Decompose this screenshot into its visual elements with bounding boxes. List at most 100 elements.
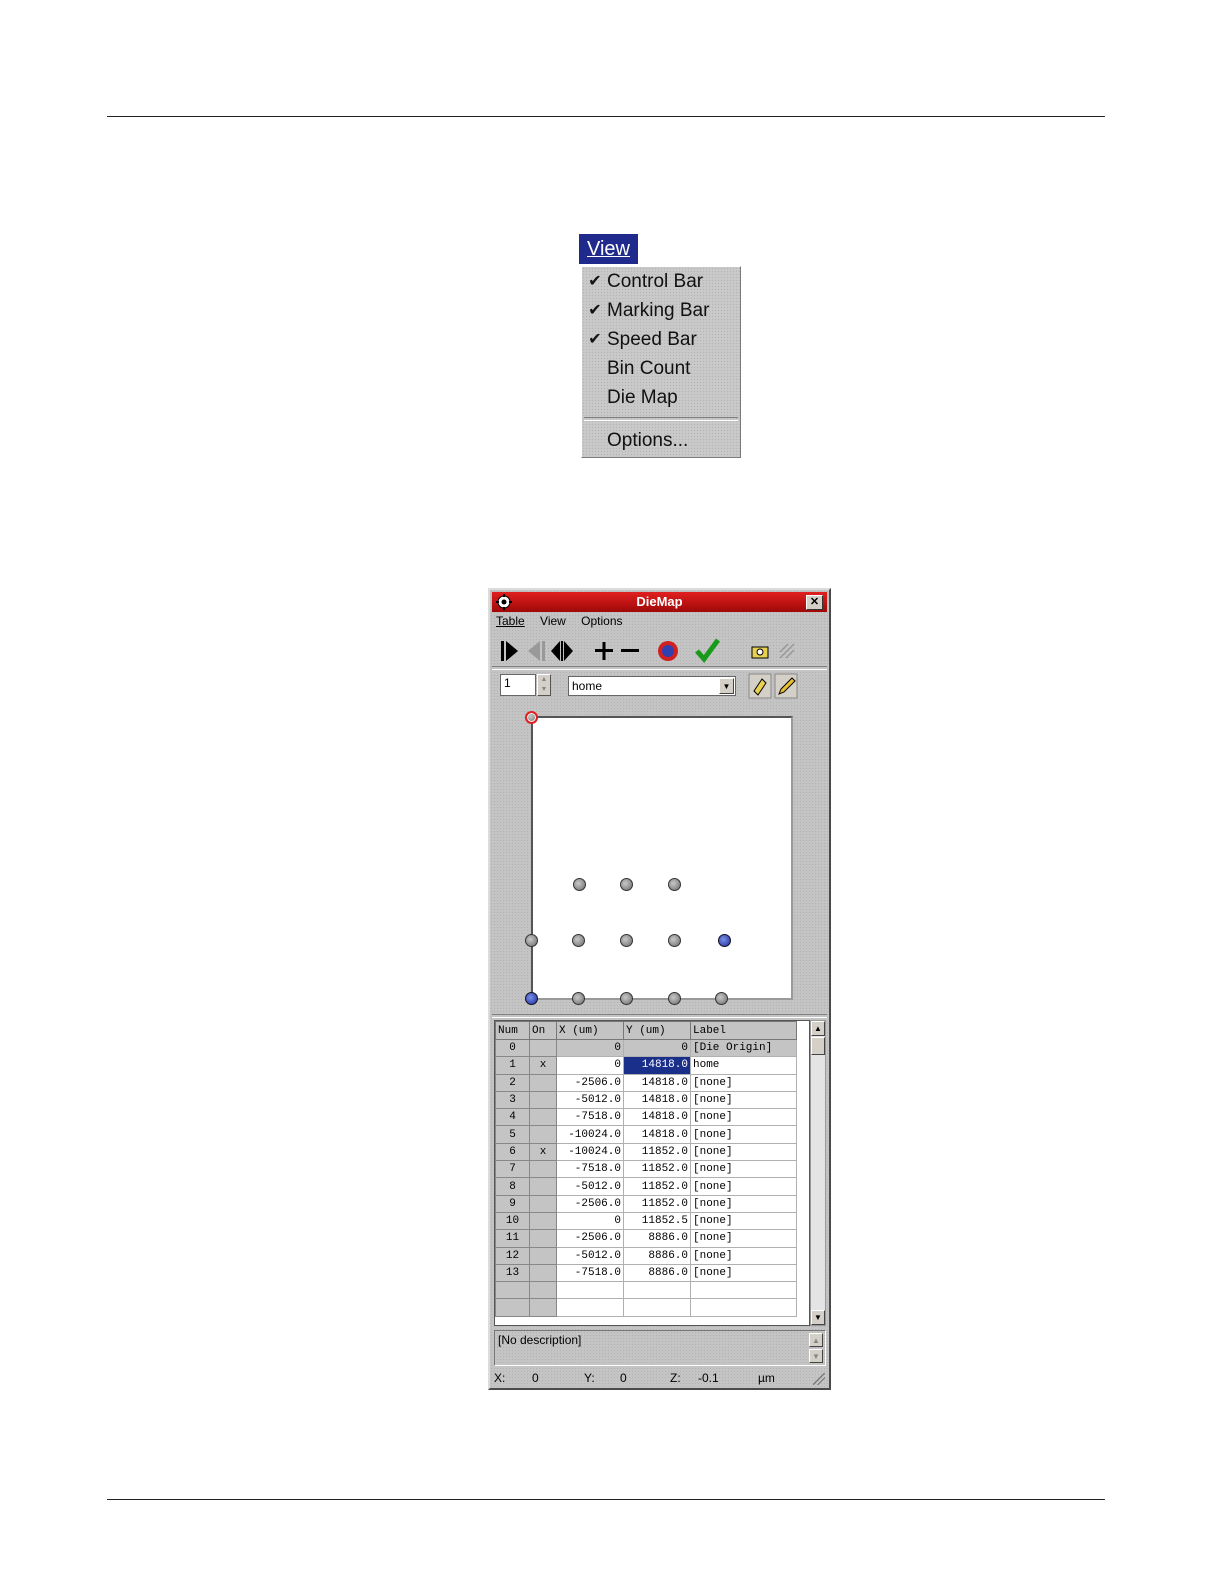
- cell-on[interactable]: [529, 1229, 557, 1248]
- cell-x[interactable]: -10024.0: [556, 1125, 624, 1144]
- die-marker[interactable]: [668, 878, 681, 891]
- folder-search-icon[interactable]: [750, 640, 772, 662]
- cell-num[interactable]: 7: [495, 1160, 530, 1179]
- resize-grip-icon[interactable]: [813, 1373, 825, 1385]
- die-marker-selected[interactable]: [718, 934, 731, 947]
- cell-num[interactable]: 2: [495, 1073, 530, 1092]
- cell-label[interactable]: [none]: [690, 1263, 797, 1283]
- cell-on[interactable]: [529, 1160, 557, 1179]
- table-row[interactable]: 7 -7518.0 11852.0 [none]: [495, 1160, 797, 1179]
- locate-icon[interactable]: [748, 673, 772, 699]
- chevron-down-icon[interactable]: ▼: [719, 678, 734, 694]
- cell-y[interactable]: 14818.0: [623, 1090, 691, 1110]
- description-box[interactable]: [No description] ▲ ▼: [494, 1330, 826, 1366]
- cell-num[interactable]: 9: [495, 1194, 530, 1213]
- menu-options[interactable]: Options: [581, 614, 622, 628]
- cell-num[interactable]: 4: [495, 1108, 530, 1127]
- location-select[interactable]: home ▼: [568, 676, 736, 696]
- remove-icon[interactable]: [618, 638, 642, 664]
- cell-on[interactable]: [529, 1108, 557, 1127]
- scroll-up-icon[interactable]: ▲: [811, 1021, 825, 1036]
- column-header[interactable]: X (um): [556, 1021, 624, 1040]
- cell-num[interactable]: 13: [495, 1263, 530, 1283]
- table-row[interactable]: 0 0 0 [Die Origin]: [495, 1038, 797, 1058]
- description-scrollbar[interactable]: ▲ ▼: [809, 1333, 823, 1363]
- die-marker[interactable]: [620, 992, 633, 1005]
- die-target-icon[interactable]: [656, 638, 680, 664]
- cell-y[interactable]: 8886.0: [623, 1263, 691, 1283]
- table-row[interactable]: 13 -7518.0 8886.0 [none]: [495, 1263, 797, 1283]
- cell-on[interactable]: [529, 1263, 557, 1283]
- die-marker[interactable]: [668, 992, 681, 1005]
- die-number-field[interactable]: 1: [500, 674, 536, 696]
- cell-label[interactable]: [690, 1281, 797, 1300]
- cell-x[interactable]: [556, 1281, 624, 1300]
- add-icon[interactable]: [592, 638, 616, 664]
- die-marker[interactable]: [572, 934, 585, 947]
- cell-num[interactable]: 10: [495, 1211, 530, 1231]
- cell-label[interactable]: home: [690, 1056, 797, 1075]
- cell-label[interactable]: [none]: [690, 1108, 797, 1127]
- pencil-icon[interactable]: [774, 673, 798, 699]
- cell-label[interactable]: [Die Origin]: [690, 1038, 797, 1058]
- table-row[interactable]: 11 -2506.0 8886.0 [none]: [495, 1229, 797, 1248]
- cell-y[interactable]: 11852.5: [623, 1211, 691, 1231]
- cell-on[interactable]: [529, 1177, 557, 1196]
- cell-y[interactable]: 14818.0: [623, 1108, 691, 1127]
- cell-on[interactable]: [529, 1194, 557, 1213]
- cell-y[interactable]: 11852.0: [623, 1194, 691, 1213]
- cell-num[interactable]: 1: [495, 1056, 530, 1075]
- cell-on[interactable]: [529, 1125, 557, 1144]
- cell-label[interactable]: [690, 1298, 797, 1317]
- table-row[interactable]: 8 -5012.0 11852.0 [none]: [495, 1177, 797, 1196]
- cell-on[interactable]: [529, 1211, 557, 1231]
- cell-num[interactable]: 3: [495, 1090, 530, 1110]
- menu-item-die-map[interactable]: Die Map: [586, 385, 736, 411]
- cell-num[interactable]: 6: [495, 1142, 530, 1162]
- cell-y[interactable]: 14818.0: [623, 1125, 691, 1144]
- title-bar[interactable]: DieMap ✕: [492, 592, 827, 612]
- cell-x[interactable]: -5012.0: [556, 1246, 624, 1265]
- menu-item-options[interactable]: Options...: [586, 428, 736, 454]
- cell-x[interactable]: 0: [556, 1056, 624, 1075]
- die-origin-marker[interactable]: [525, 711, 538, 724]
- menu-item-marking-bar[interactable]: ✔ Marking Bar: [586, 298, 736, 324]
- menu-item-control-bar[interactable]: ✔ Control Bar: [586, 269, 736, 295]
- table-row[interactable]: 12 -5012.0 8886.0 [none]: [495, 1246, 797, 1265]
- cell-x[interactable]: 0: [556, 1038, 624, 1058]
- cell-on[interactable]: x: [529, 1056, 557, 1075]
- cell-label[interactable]: [none]: [690, 1177, 797, 1196]
- cell-label[interactable]: [none]: [690, 1125, 797, 1144]
- cell-num[interactable]: 8: [495, 1177, 530, 1196]
- cell-on[interactable]: x: [529, 1142, 557, 1162]
- cell-y[interactable]: [623, 1281, 691, 1300]
- die-marker[interactable]: [668, 934, 681, 947]
- table-row[interactable]: 9 -2506.0 11852.0 [none]: [495, 1194, 797, 1213]
- die-marker[interactable]: [525, 934, 538, 947]
- cell-y[interactable]: [623, 1298, 691, 1317]
- cell-num[interactable]: 5: [495, 1125, 530, 1144]
- cell-x[interactable]: -7518.0: [556, 1160, 624, 1179]
- menu-item-bin-count[interactable]: Bin Count: [586, 356, 736, 382]
- table-row-empty[interactable]: [495, 1298, 797, 1317]
- cell-x[interactable]: 0: [556, 1211, 624, 1231]
- die-map-canvas[interactable]: [531, 716, 793, 1000]
- view-menu-title[interactable]: View: [579, 234, 638, 264]
- cell-label[interactable]: [none]: [690, 1246, 797, 1265]
- cell-x[interactable]: -7518.0: [556, 1108, 624, 1127]
- table-row[interactable]: 3 -5012.0 14818.0 [none]: [495, 1090, 797, 1110]
- cell-y[interactable]: 8886.0: [623, 1246, 691, 1265]
- die-marker[interactable]: [572, 992, 585, 1005]
- step-forward-icon[interactable]: [498, 638, 522, 664]
- cell-x[interactable]: [556, 1298, 624, 1317]
- menu-table[interactable]: Table: [496, 614, 525, 628]
- scroll-up-icon[interactable]: ▲: [809, 1333, 823, 1347]
- table-row[interactable]: 6 x -10024.0 11852.0 [none]: [495, 1142, 797, 1162]
- cell-num[interactable]: 12: [495, 1246, 530, 1265]
- table-row[interactable]: 4 -7518.0 14818.0 [none]: [495, 1108, 797, 1127]
- table-row[interactable]: 2 -2506.0 14818.0 [none]: [495, 1073, 797, 1092]
- checkmark-icon[interactable]: [694, 637, 720, 663]
- cell-label[interactable]: [none]: [690, 1211, 797, 1231]
- cell-num[interactable]: 0: [495, 1038, 530, 1058]
- column-header[interactable]: Num: [495, 1021, 530, 1040]
